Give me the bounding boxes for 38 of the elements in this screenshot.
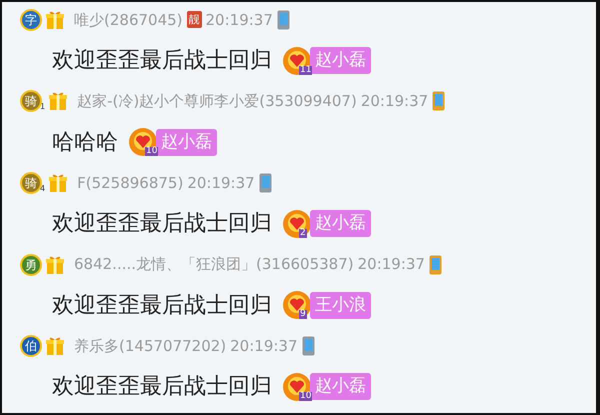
recipient-tag: 赵小磊 bbox=[156, 128, 217, 156]
gift-box-icon bbox=[46, 10, 64, 30]
message-text: 欢迎歪歪最后战士回归 bbox=[52, 210, 272, 238]
rank-badge: 骑 bbox=[20, 172, 42, 194]
message-text: 哈哈哈 bbox=[52, 128, 118, 157]
sender-name[interactable]: 赵家-(冷)赵小个尊师李小爱(353099407) bbox=[77, 90, 357, 113]
sender-name[interactable]: 6842.....龙情、「狂浪团」(316605387) bbox=[74, 253, 354, 276]
gift-count: 9 bbox=[299, 310, 307, 320]
message-time: 20:19:37 bbox=[230, 336, 298, 357]
message-time: 20:19:37 bbox=[206, 10, 273, 30]
recipient-tag: 王小浪 bbox=[310, 292, 371, 319]
gift-count: 10 bbox=[145, 147, 158, 156]
message-time: 20:19:37 bbox=[358, 254, 425, 276]
rank-level: 1 bbox=[40, 103, 46, 112]
rank-badge: 伯 bbox=[20, 335, 42, 358]
rank-badge: 骑 bbox=[20, 90, 42, 112]
tag-badge: 靓 bbox=[186, 11, 202, 28]
rank-badge: 勇 bbox=[20, 254, 42, 276]
gift-count: 11 bbox=[299, 66, 312, 75]
message-time: 20:19:37 bbox=[360, 91, 428, 112]
sender-name[interactable]: 唯少(2867045) bbox=[74, 8, 183, 31]
gift-box-icon bbox=[46, 254, 64, 275]
message-text: 欢迎歪歪最后战士回归 bbox=[52, 292, 272, 320]
message-time: 20:19:37 bbox=[187, 172, 255, 194]
gift-count: 10 bbox=[299, 392, 312, 401]
message-text: 欢迎歪歪最后战士回归 bbox=[52, 47, 272, 76]
gift-box-icon bbox=[46, 336, 64, 356]
rank-badge: 字 bbox=[20, 8, 42, 31]
gift-box-icon bbox=[49, 172, 68, 193]
sender-name[interactable]: F(525896875) bbox=[77, 172, 184, 194]
sender-name[interactable]: 养乐多(1457077202) bbox=[74, 334, 226, 358]
message-text: 欢迎歪歪最后战士回归 bbox=[52, 373, 272, 402]
recipient-tag: 赵小磊 bbox=[310, 210, 371, 238]
rank-level: 4 bbox=[40, 184, 46, 193]
gift-count: 2 bbox=[299, 228, 307, 238]
recipient-tag: 赵小磊 bbox=[310, 373, 371, 400]
gift-box-icon bbox=[49, 91, 68, 112]
recipient-tag: 赵小磊 bbox=[310, 47, 371, 74]
